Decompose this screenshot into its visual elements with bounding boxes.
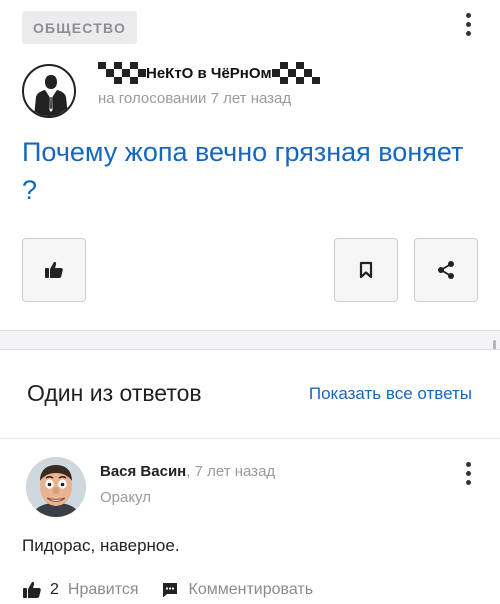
answers-heading: Один из ответов: [27, 380, 202, 406]
share-icon: [438, 261, 454, 279]
checker-decoration-left: [98, 62, 146, 84]
suit-silhouette-icon: [34, 75, 68, 116]
like-button[interactable]: [22, 238, 86, 302]
comment-label[interactable]: Комментировать: [189, 581, 314, 599]
question-title[interactable]: Почему жопа вечно грязная воняет ?: [22, 133, 472, 209]
share-button[interactable]: [414, 238, 478, 302]
author-name[interactable]: НеКтО в ЧёРнОм: [98, 61, 320, 85]
answer-author-name[interactable]: Вася Васин: [100, 463, 186, 480]
category-badge[interactable]: ОБЩЕСТВО: [22, 11, 137, 44]
answer-author-role: Оракул: [100, 489, 152, 506]
answer-card: Один из ответов Показать все ответы Вася…: [0, 349, 500, 604]
comment-icon[interactable]: [161, 581, 179, 599]
answer-text: Пидорас, наверное.: [22, 536, 180, 555]
answer-author-line: Вася Васин, 7 лет назад: [100, 463, 275, 480]
face-photo-icon: [26, 457, 86, 517]
bookmark-button[interactable]: [334, 238, 398, 302]
show-all-answers-link[interactable]: Показать все ответы: [309, 384, 472, 404]
thumbs-up-icon: [45, 261, 63, 278]
divider: [0, 438, 500, 439]
like-count: 2: [50, 581, 59, 598]
more-options-icon[interactable]: [458, 11, 478, 37]
answer-actions: 2 Нравится Комментировать: [22, 578, 313, 602]
question-card: ОБЩЕСТВО НеКтО в ЧёРнОм на голосовании 7…: [0, 0, 500, 331]
author-name-text[interactable]: НеКтО в ЧёРнОм: [146, 65, 272, 82]
checker-decoration-right: [271, 62, 320, 84]
thumbs-up-icon[interactable]: [22, 580, 42, 600]
answer-time: , 7 лет назад: [186, 463, 276, 480]
question-meta: на голосовании 7 лет назад: [98, 90, 292, 107]
bookmark-icon: [359, 261, 373, 279]
author-avatar[interactable]: [22, 64, 76, 118]
answer-more-options-icon[interactable]: [458, 460, 478, 486]
answer-avatar[interactable]: [26, 457, 86, 517]
like-label[interactable]: Нравится: [68, 581, 139, 599]
